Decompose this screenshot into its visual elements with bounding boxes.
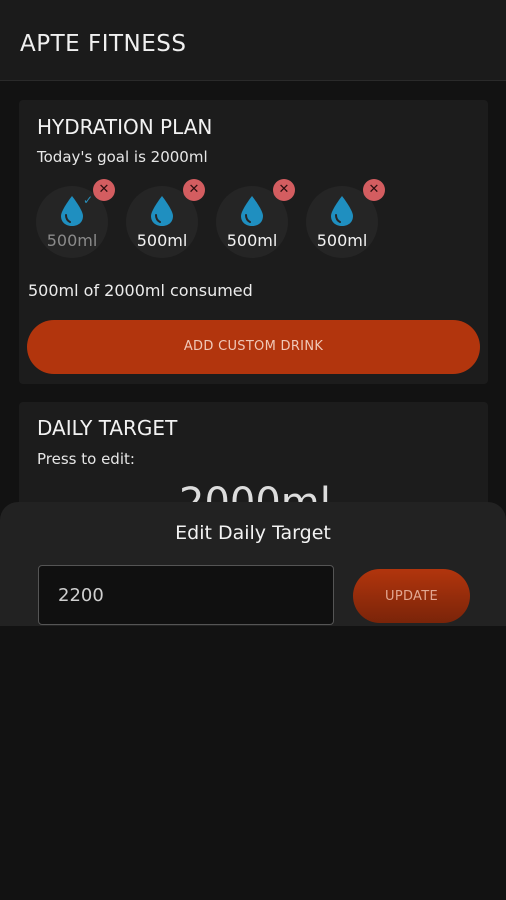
goal-text: Today's goal is 2000ml [37,148,208,166]
drink-item[interactable]: ✕ 500ml [306,179,385,258]
drink-item[interactable]: ✕ 500ml [216,179,295,258]
daily-target-subtitle: Press to edit: [37,450,135,468]
water-drop-icon [151,196,173,226]
edit-target-sheet: Edit Daily Target UPDATE [0,502,506,900]
edit-target-panel: Edit Daily Target UPDATE [0,502,506,626]
consumed-summary: 500ml of 2000ml consumed [28,281,253,300]
water-drop-icon [241,196,263,226]
drink-item[interactable]: ✓ ✕ 500ml [36,179,115,258]
drink-item[interactable]: ✕ 500ml [126,179,205,258]
app-title: APTE FITNESS [20,31,187,57]
drink-amount: 500ml [226,231,278,250]
add-custom-drink-button[interactable]: ADD CUSTOM DRINK [27,320,480,374]
close-icon[interactable]: ✕ [363,179,385,201]
water-drop-icon [61,196,83,226]
close-icon[interactable]: ✕ [273,179,295,201]
update-button[interactable]: UPDATE [353,569,470,623]
target-input[interactable] [38,565,334,625]
drink-amount: 500ml [136,231,188,250]
close-icon[interactable]: ✕ [183,179,205,201]
drink-list: ✓ ✕ 500ml ✕ 500ml ✕ 500ml ✕ 500ml [36,179,396,262]
hydration-plan-card: HYDRATION PLAN Today's goal is 2000ml ✓ … [19,100,488,384]
daily-target-title: DAILY TARGET [37,416,178,440]
hydration-plan-title: HYDRATION PLAN [37,115,213,139]
app-bar: APTE FITNESS [0,0,506,81]
close-icon[interactable]: ✕ [93,179,115,201]
edit-target-title: Edit Daily Target [175,522,331,544]
check-icon: ✓ [83,193,94,207]
water-drop-icon [331,196,353,226]
drink-amount: 500ml [316,231,368,250]
drink-amount: 500ml [46,231,98,250]
